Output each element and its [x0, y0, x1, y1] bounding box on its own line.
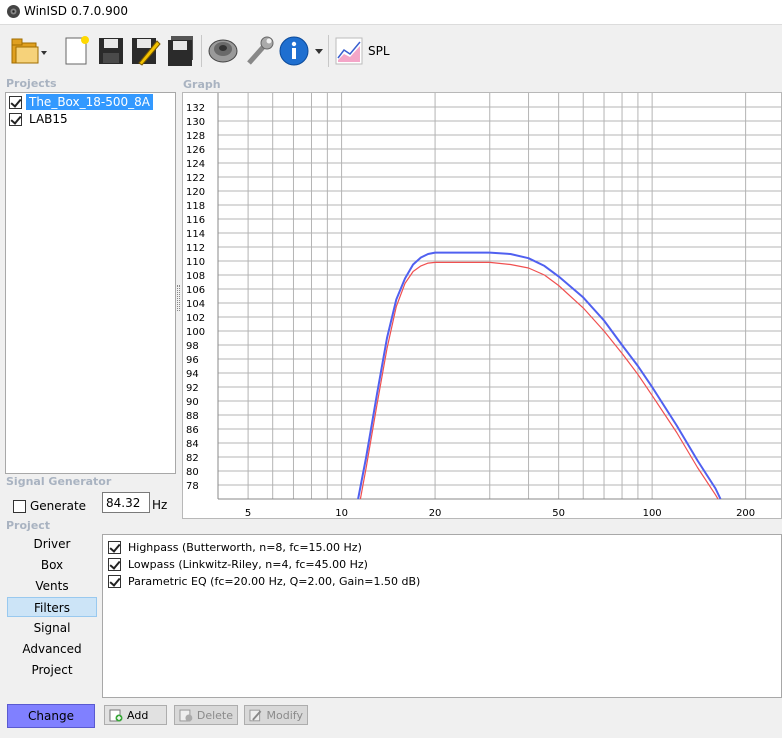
- project-item[interactable]: The_Box_18-500_8A: [9, 94, 174, 110]
- y-tick-label: 94: [186, 369, 199, 380]
- y-tick-label: 120: [186, 187, 205, 198]
- x-tick-label: 20: [429, 508, 442, 518]
- delete-icon: [179, 709, 193, 722]
- project-checkbox[interactable]: [9, 95, 22, 109]
- nav-driver[interactable]: Driver: [7, 534, 97, 554]
- y-tick-label: 116: [186, 215, 205, 226]
- y-tick-label: 98: [186, 341, 199, 352]
- y-tick-label: 104: [186, 299, 205, 310]
- y-tick-label: 118: [186, 201, 205, 212]
- filter-item[interactable]: Highpass (Butterworth, n=8, fc=15.00 Hz): [108, 539, 362, 555]
- title-bar: WinISD 0.7.0.900: [0, 0, 782, 24]
- spl-graph[interactable]: 78 80 82 84 86 88 90 92 94 96 98 100 102 104 106 108 110…: [182, 92, 782, 519]
- modify-label: Modify: [266, 708, 303, 722]
- y-tick-label: 100: [186, 327, 205, 338]
- speaker-app-icon: [7, 5, 20, 18]
- tools-wrench-icon[interactable]: [242, 33, 276, 69]
- filter-label: Parametric EQ (fc=20.00 Hz, Q=2.00, Gain…: [128, 574, 421, 588]
- y-tick-label: 78: [186, 481, 199, 492]
- filter-item[interactable]: Parametric EQ (fc=20.00 Hz, Q=2.00, Gain…: [108, 573, 420, 589]
- spl-curve-red: [359, 261, 719, 500]
- project-group-label: Project: [6, 519, 51, 532]
- y-tick-label: 96: [186, 355, 199, 366]
- y-tick-label: 108: [186, 271, 205, 282]
- modify-filter-button[interactable]: Modify: [244, 705, 308, 725]
- y-tick-label: 106: [186, 285, 205, 296]
- x-tick-label: 200: [736, 508, 755, 518]
- toolbar: SPL: [0, 24, 782, 76]
- modify-icon: [249, 709, 262, 722]
- save-as-icon[interactable]: [128, 33, 162, 69]
- add-filter-button[interactable]: Add: [104, 705, 167, 725]
- y-tick-label: 128: [186, 131, 205, 142]
- add-icon: [109, 709, 123, 722]
- y-tick-label: 124: [186, 159, 205, 170]
- graph-group-label: Graph: [183, 78, 221, 91]
- spl-chart: 78 80 82 84 86 88 90 92 94 96 98 100 102 104 106 108 110…: [186, 93, 781, 519]
- y-tick-label: 122: [186, 173, 205, 184]
- frequency-input[interactable]: [102, 492, 150, 513]
- y-tick-label: 84: [186, 439, 199, 450]
- y-tick-label: 114: [186, 229, 205, 240]
- signal-generator-label: Signal Generator: [6, 475, 112, 488]
- new-file-icon[interactable]: [60, 33, 94, 69]
- filter-label: Lowpass (Linkwitz-Riley, n=4, fc=45.00 H…: [128, 557, 368, 571]
- x-tick-label: 100: [643, 508, 662, 518]
- generate-checkbox[interactable]: [13, 499, 26, 513]
- y-tick-label: 132: [186, 103, 205, 114]
- x-tick-label: 10: [335, 508, 348, 518]
- spl-button[interactable]: SPL: [334, 33, 394, 69]
- frequency-unit: Hz: [152, 498, 168, 512]
- save-all-icon[interactable]: [164, 33, 198, 69]
- info-icon[interactable]: [278, 33, 324, 69]
- y-tick-label: 82: [186, 453, 199, 464]
- filters-list[interactable]: Highpass (Butterworth, n=8, fc=15.00 Hz)…: [102, 534, 782, 698]
- filter-label: Highpass (Butterworth, n=8, fc=15.00 Hz): [128, 540, 362, 554]
- project-name: LAB15: [29, 112, 68, 126]
- nav-vents[interactable]: Vents: [7, 576, 97, 596]
- add-label: Add: [127, 708, 149, 722]
- y-tick-label: 110: [186, 257, 205, 268]
- y-tick-label: 92: [186, 383, 199, 394]
- generate-label: Generate: [30, 499, 87, 513]
- y-tick-label: 130: [186, 117, 205, 128]
- delete-label: Delete: [196, 708, 233, 722]
- project-checkbox[interactable]: [9, 112, 22, 126]
- nav-advanced[interactable]: Advanced: [7, 639, 97, 659]
- y-tick-label: 86: [186, 425, 199, 436]
- change-button[interactable]: Change: [7, 704, 95, 728]
- filter-checkbox[interactable]: [108, 540, 121, 554]
- project-name: The_Box_18-500_8A: [26, 94, 153, 110]
- splitter-grip[interactable]: [177, 285, 180, 311]
- y-tick-label: 102: [186, 313, 205, 324]
- projects-group-label: Projects: [6, 77, 57, 90]
- y-tick-label: 126: [186, 145, 205, 156]
- open-folder-icon[interactable]: [8, 33, 48, 69]
- y-tick-label: 80: [186, 467, 199, 478]
- toolbar-separator: [328, 35, 329, 67]
- generate-checkbox-row[interactable]: Generate: [13, 499, 86, 513]
- filter-checkbox[interactable]: [108, 574, 121, 588]
- toolbar-separator: [201, 35, 202, 67]
- spl-curve-blue: [357, 251, 722, 500]
- filter-checkbox[interactable]: [108, 557, 121, 571]
- y-tick-label: 112: [186, 243, 205, 254]
- project-item[interactable]: LAB15: [9, 111, 174, 127]
- nav-signal[interactable]: Signal: [7, 618, 97, 638]
- projects-list[interactable]: The_Box_18-500_8A LAB15: [5, 92, 176, 474]
- nav-project[interactable]: Project: [7, 660, 97, 680]
- driver-speaker-icon[interactable]: [206, 33, 240, 69]
- delete-filter-button[interactable]: Delete: [174, 705, 238, 725]
- filter-item[interactable]: Lowpass (Linkwitz-Riley, n=4, fc=45.00 H…: [108, 556, 368, 572]
- x-tick-label: 50: [552, 508, 565, 518]
- spl-label: SPL: [368, 44, 390, 58]
- window-title: WinISD 0.7.0.900: [24, 4, 129, 18]
- y-tick-label: 88: [186, 411, 199, 422]
- save-icon[interactable]: [94, 33, 128, 69]
- nav-filters[interactable]: Filters: [7, 597, 97, 617]
- nav-box[interactable]: Box: [7, 555, 97, 575]
- y-tick-label: 90: [186, 397, 199, 408]
- spl-graph-icon: [335, 37, 363, 65]
- x-tick-label: 5: [245, 508, 251, 518]
